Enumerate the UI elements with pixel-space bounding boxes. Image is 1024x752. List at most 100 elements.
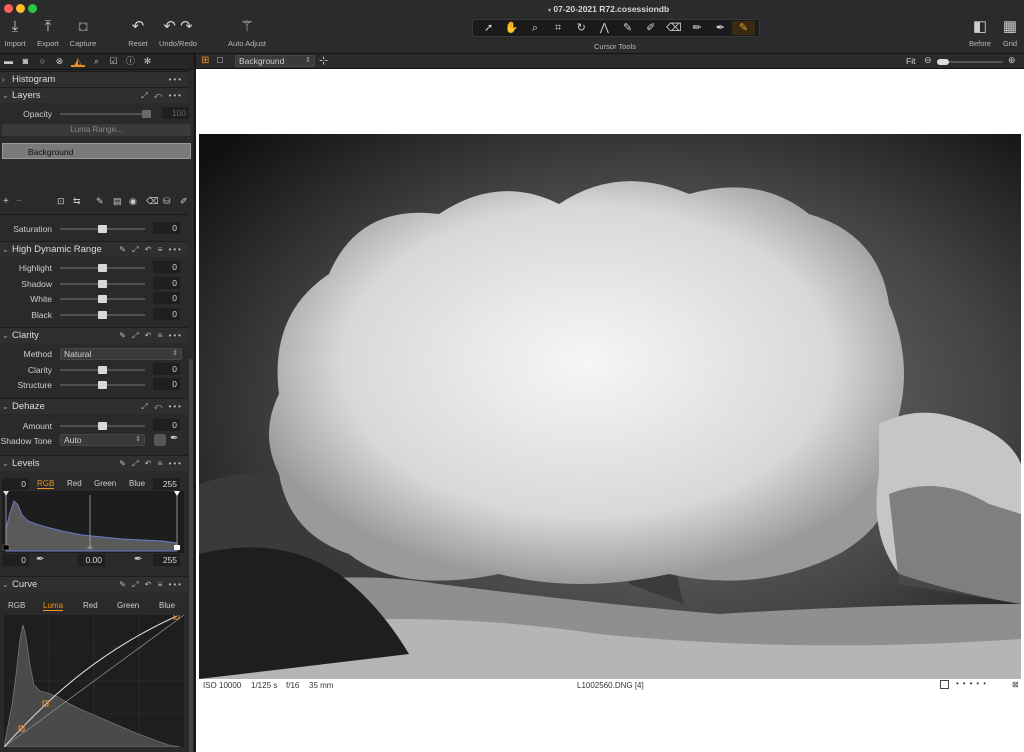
curve-tab-green[interactable]: Green: [117, 601, 139, 610]
zoom-slider-knob[interactable]: [937, 59, 949, 65]
curve-section-header[interactable]: ⌄ Curve ✎ ⤢ ↶ ≡ •••: [0, 576, 188, 592]
eyedropper-icon[interactable]: ✒: [170, 433, 178, 444]
levels-input-low[interactable]: 0: [2, 478, 29, 490]
levels-midtone[interactable]: 0.00: [78, 554, 105, 566]
keystone-icon[interactable]: ⋀: [593, 21, 616, 35]
curve-tab-blue[interactable]: Blue: [159, 601, 175, 610]
rating-dots[interactable]: •••••: [956, 679, 990, 688]
multi-view-icon[interactable]: ⊞: [201, 55, 209, 66]
levels-input-high[interactable]: 255: [153, 478, 180, 490]
eraser-icon[interactable]: ⌫: [146, 196, 159, 207]
output-tab-icon[interactable]: ✻: [142, 56, 153, 67]
select-checkbox[interactable]: [940, 680, 949, 689]
export-button[interactable]: ⤒ Export: [28, 18, 68, 48]
zoom-slider[interactable]: [937, 59, 1003, 65]
add-layer-icon[interactable]: ⊹: [319, 54, 328, 67]
structure-value[interactable]: 0: [153, 378, 180, 390]
slider-knob[interactable]: [98, 311, 107, 319]
fill-icon[interactable]: ⛁: [163, 196, 171, 207]
zoom-out-icon[interactable]: ⊖: [924, 55, 932, 66]
saturation-value[interactable]: 0: [153, 222, 180, 234]
slider-knob[interactable]: [98, 366, 107, 374]
pan-hand-icon[interactable]: ✋: [500, 21, 523, 35]
levels-tab-red[interactable]: Red: [67, 479, 82, 488]
levels-histogram[interactable]: [2, 491, 184, 553]
swap-icon[interactable]: ⇆: [73, 196, 81, 207]
pointer-icon[interactable]: ➚: [477, 21, 500, 35]
layer-item-background[interactable]: Background: [2, 143, 191, 159]
levels-output-high[interactable]: 255: [153, 554, 180, 566]
slider-knob[interactable]: [98, 280, 107, 288]
auto-adjust-button[interactable]: ⚚ Auto Adjust: [222, 18, 272, 48]
layers-section-header[interactable]: ⌄ Layers ⤢ ↶ •••: [0, 87, 188, 103]
erase-icon[interactable]: ✐: [639, 21, 662, 35]
adjustments-tab-icon[interactable]: ☑: [108, 56, 119, 67]
section-actions-icon[interactable]: ✎ ⤢ ↶ ≡ •••: [119, 242, 183, 258]
opacity-value[interactable]: 100: [162, 107, 189, 119]
undo-redo-button[interactable]: ↶ ↷ Undo/Redo: [156, 18, 200, 48]
section-actions-icon[interactable]: ⤢ ↶ •••: [141, 88, 183, 104]
clarity-slider[interactable]: [60, 366, 145, 374]
brush-mask-icon[interactable]: ✎: [96, 196, 104, 207]
minimize-window-button[interactable]: [16, 4, 25, 13]
structure-slider[interactable]: [60, 381, 145, 389]
photo-tree[interactable]: [199, 134, 1021, 679]
white-point-picker-icon[interactable]: ✒: [134, 554, 142, 565]
title-dropdown-icon[interactable]: ▾: [548, 8, 551, 14]
capture-tab-icon[interactable]: ◙: [20, 56, 31, 67]
pen-icon[interactable]: ✐: [180, 196, 188, 207]
close-window-button[interactable]: [4, 4, 13, 13]
exposure-tab-icon[interactable]: ◭: [71, 56, 85, 67]
levels-tab-green[interactable]: Green: [94, 479, 116, 488]
black-point-picker-icon[interactable]: ✒: [36, 554, 44, 565]
annotate-icon[interactable]: ✎: [731, 21, 756, 35]
color-tab-icon[interactable]: ⊗: [54, 56, 65, 67]
curve-tab-luma[interactable]: Luma: [43, 601, 64, 611]
fit-label[interactable]: Fit: [906, 56, 915, 66]
histogram-section-header[interactable]: › Histogram •••: [0, 71, 188, 87]
zoom-in-icon[interactable]: ⊕: [1008, 55, 1016, 66]
slider-knob[interactable]: [98, 225, 107, 233]
linear-gradient-icon[interactable]: ▤: [113, 196, 122, 207]
zoom-window-button[interactable]: [28, 4, 37, 13]
white-value[interactable]: 0: [153, 292, 180, 304]
loupe-icon[interactable]: ⌕: [523, 21, 546, 35]
highlight-slider[interactable]: [60, 264, 145, 272]
remove-layer-icon[interactable]: −: [16, 196, 22, 207]
luma-range-button[interactable]: Luma Range...: [2, 124, 191, 136]
single-view-icon[interactable]: □: [217, 55, 223, 66]
hdr-section-header[interactable]: ⌄ High Dynamic Range ✎ ⤢ ↶ ≡ •••: [0, 241, 188, 257]
details-tab-icon[interactable]: ⌕: [91, 56, 102, 67]
clarity-section-header[interactable]: ⌄ Clarity ✎ ⤢ ↶ ≡ •••: [0, 327, 188, 343]
gradient-icon[interactable]: ⌫: [662, 21, 685, 35]
radial-gradient-icon[interactable]: ◉: [129, 196, 137, 207]
lens-tab-icon[interactable]: ○: [37, 56, 48, 67]
section-actions-icon[interactable]: ⤢ ↶ •••: [141, 399, 183, 415]
section-actions-icon[interactable]: ✎ ⤢ ↶ ≡ •••: [119, 577, 183, 593]
levels-tab-blue[interactable]: Blue: [129, 479, 145, 488]
more-icon[interactable]: •••: [169, 72, 183, 88]
opacity-slider[interactable]: [60, 110, 151, 118]
metadata-tab-icon[interactable]: ⓘ: [125, 56, 136, 67]
slider-knob[interactable]: [98, 422, 107, 430]
levels-tab-rgb[interactable]: RGB: [37, 479, 55, 489]
amount-value[interactable]: 0: [153, 419, 180, 431]
color-tag-icon[interactable]: ⊠: [1012, 680, 1019, 689]
color-picker-icon[interactable]: ✒: [709, 21, 732, 35]
saturation-slider[interactable]: [60, 225, 145, 233]
shadow-value[interactable]: 0: [153, 277, 180, 289]
clarity-value[interactable]: 0: [153, 363, 180, 375]
shadow-tone-swatch[interactable]: [154, 434, 166, 446]
black-value[interactable]: 0: [153, 308, 180, 320]
amount-slider[interactable]: [60, 422, 145, 430]
shadow-tone-dropdown[interactable]: Auto ⇕: [60, 434, 145, 446]
method-dropdown[interactable]: Natural ⇕: [60, 348, 182, 360]
linear-mask-icon[interactable]: ✏: [686, 21, 709, 35]
library-tab-icon[interactable]: ▬: [3, 56, 14, 67]
levels-output-low[interactable]: 0: [2, 554, 29, 566]
capture-button[interactable]: ◘ Capture: [63, 18, 103, 48]
slider-knob[interactable]: [98, 295, 107, 303]
highlight-value[interactable]: 0: [153, 261, 180, 273]
section-actions-icon[interactable]: ✎ ⤢ ↶ ≡ •••: [119, 456, 183, 472]
white-slider[interactable]: [60, 295, 145, 303]
